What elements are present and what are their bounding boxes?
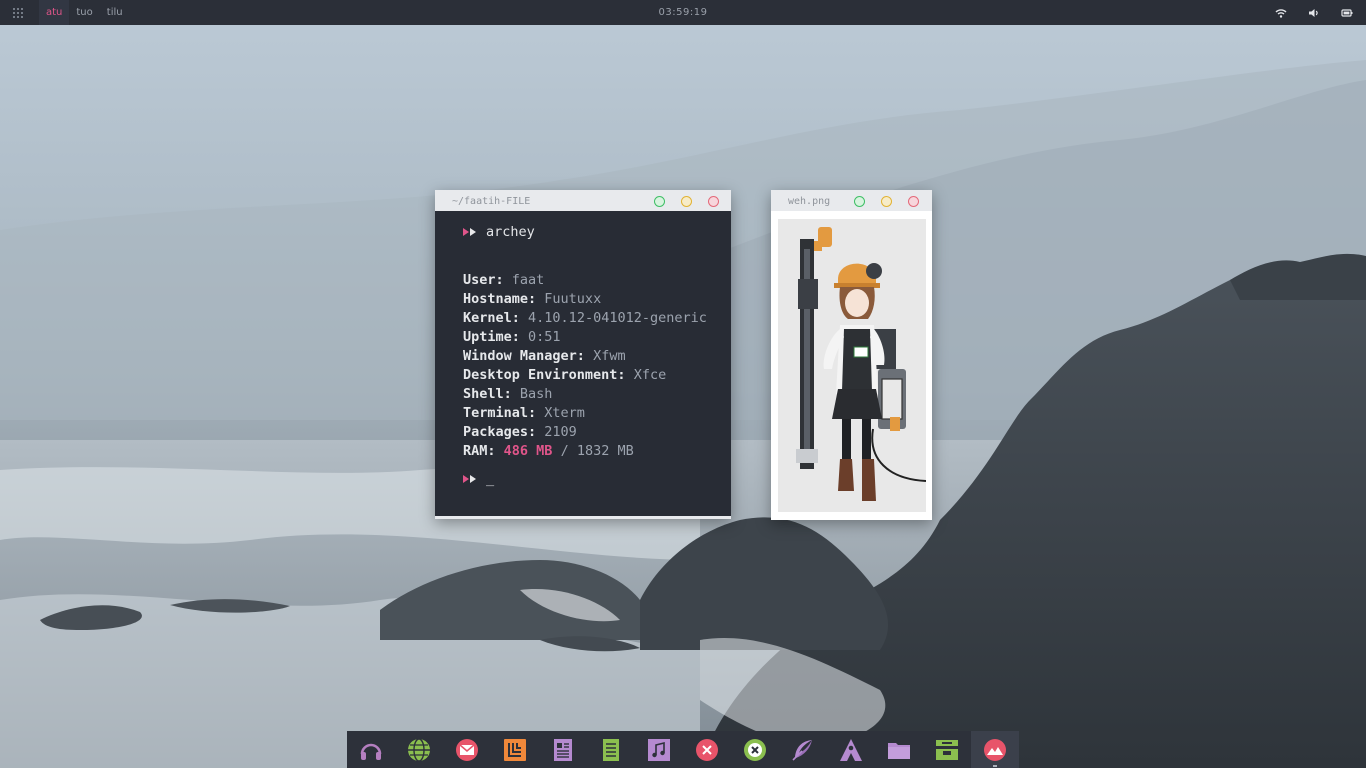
dock-item-xfce[interactable] [731,731,779,768]
info-key: Desktop Environment: [463,367,626,383]
info-value: Bash [519,386,553,402]
info-key: RAM: [463,443,496,459]
office-icon [504,738,526,761]
info-value: Xfwm [593,348,626,364]
dock-item-photos[interactable] [971,731,1019,768]
window-controls [854,196,919,207]
info-row-uptime: Uptime: 0:51 [463,328,707,347]
headphones-icon [360,743,382,760]
info-row-window-manager: Window Manager: Xfwm [463,347,707,366]
active-indicator [993,765,997,767]
anime-girl-illustration [796,227,926,501]
xfce-icon [744,738,766,761]
workspace-switcher: atu tuo tilu [39,0,130,25]
info-key: Hostname: [463,291,537,307]
terminal-output[interactable]: archey User: faat Hostname: Fuutuxx Kern… [435,211,731,516]
terminal-title: ~/faatih-FILE [452,196,531,207]
info-value: Xterm [544,405,585,421]
close-app-icon [696,738,718,761]
workspace-2[interactable]: tuo [69,0,99,25]
ram-separator: / [552,443,577,459]
dock-item-launcher[interactable] [827,731,875,768]
ram-total: 1832 MB [576,443,634,459]
info-row-kernel: Kernel: 4.10.12-041012-generic [463,309,707,328]
system-tray [1274,0,1354,25]
info-value: Xfce [633,367,667,383]
prompt-line-current: _ [463,470,494,489]
displayed-image [778,219,926,512]
close-button[interactable] [708,196,719,207]
info-row-desktop-environment: Desktop Environment: Xfce [463,366,707,385]
photos-icon [984,738,1006,761]
info-value: faat [511,272,545,288]
launcher-icon [840,738,862,761]
window-controls [654,196,719,207]
top-panel: atu tuo tilu 03:59:19 [0,0,1366,25]
dock-item-document[interactable] [539,731,587,768]
info-row-packages: Packages: 2109 [463,423,707,442]
info-row-ram: RAM: 486 MB / 1832 MB [463,442,707,461]
battery-icon[interactable] [1340,6,1354,20]
terminal-border [435,516,731,519]
info-row-user: User: faat [463,271,707,290]
info-value: Fuutuxx [544,291,602,307]
folder-icon [888,742,910,759]
info-value: 4.10.12-041012-generic [528,310,707,326]
ram-used: 486 MB [503,443,553,459]
info-value: 0:51 [528,329,561,345]
maximize-button[interactable] [654,196,665,207]
workspace-3[interactable]: tilu [100,0,130,25]
feather-icon [792,739,812,761]
system-info: User: faat Hostname: Fuutuxx Kernel: 4.1… [463,271,707,461]
close-button[interactable] [908,196,919,207]
globe-icon [408,737,430,762]
wifi-icon[interactable] [1274,6,1288,20]
viewer-titlebar[interactable]: weh.png [771,190,932,211]
applications-menu-icon[interactable] [11,6,25,19]
info-key: Packages: [463,424,537,440]
dock-item-archive[interactable] [923,731,971,768]
prompt-arrows-icon [463,223,480,242]
dock-item-music[interactable] [635,731,683,768]
info-key: Terminal: [463,405,537,421]
terminal-window[interactable]: ~/faatih-FILE archey User: faat Hostname… [435,190,731,519]
archive-icon [936,739,958,760]
prompt-arrows-icon [463,470,480,489]
dock-item-mail[interactable] [443,731,491,768]
terminal-titlebar[interactable]: ~/faatih-FILE [435,190,731,211]
dock-item-close-app[interactable] [683,731,731,768]
spreadsheet-icon [603,738,619,761]
dock-item-browser[interactable] [395,731,443,768]
clock-container: 03:59:19 [0,0,1366,25]
info-key: Kernel: [463,310,520,326]
mail-icon [456,738,478,761]
volume-icon[interactable] [1307,6,1321,20]
info-key: User: [463,272,504,288]
command-text: archey [486,224,535,240]
clock[interactable]: 03:59:19 [659,7,708,18]
minimize-button[interactable] [681,196,692,207]
info-key: Uptime: [463,329,520,345]
cursor: _ [486,471,495,487]
prompt-line: archey [463,223,535,242]
dock [347,731,1019,768]
info-row-hostname: Hostname: Fuutuxx [463,290,707,309]
info-row-terminal: Terminal: Xterm [463,404,707,423]
info-key: Window Manager: [463,348,585,364]
music-icon [648,738,670,761]
dock-item-spreadsheet[interactable] [587,731,635,768]
dock-item-feather[interactable] [779,731,827,768]
info-row-shell: Shell: Bash [463,385,707,404]
maximize-button[interactable] [854,196,865,207]
image-viewer-window[interactable]: weh.png [771,190,932,520]
info-key: Shell: [463,386,512,402]
info-value: 2109 [544,424,577,440]
document-icon [554,738,572,761]
workspace-1[interactable]: atu [39,0,70,25]
dock-item-files[interactable] [875,731,923,768]
viewer-title: weh.png [788,196,831,207]
minimize-button[interactable] [881,196,892,207]
dock-item-office[interactable] [491,731,539,768]
dock-item-headphones[interactable] [347,731,395,768]
